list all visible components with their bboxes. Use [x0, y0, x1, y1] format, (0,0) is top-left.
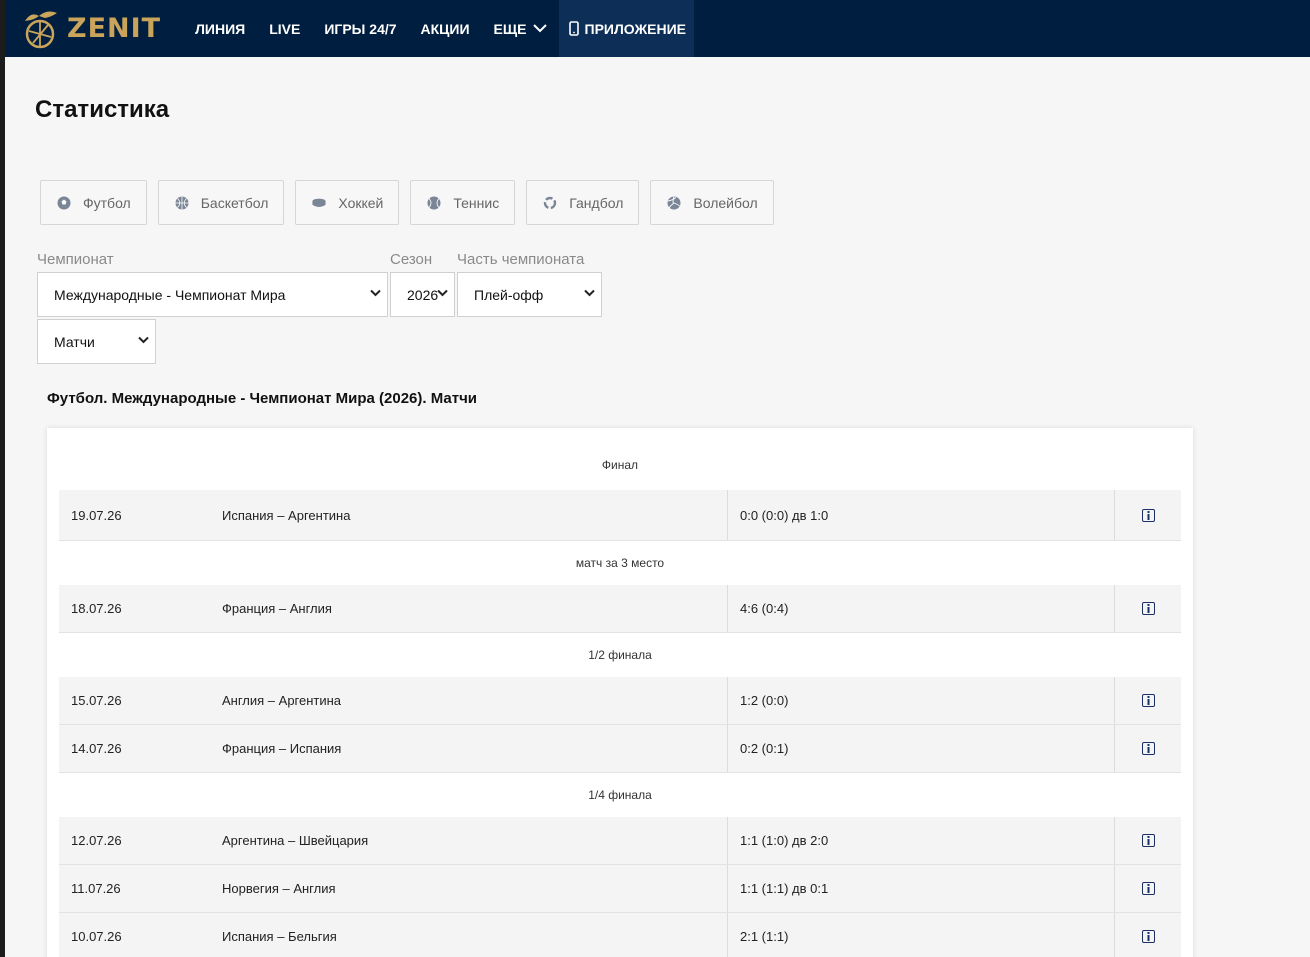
- sport-tab-label: Хоккей: [338, 194, 384, 211]
- group-header: 1/4 финала: [59, 773, 1181, 817]
- championship-select[interactable]: Международные - Чемпионат Мира: [37, 272, 388, 317]
- view-select-value: Матчи: [54, 333, 95, 350]
- nav-item-label: ЛИНИЯ: [195, 20, 246, 37]
- sport-tab-basketball[interactable]: Баскетбол: [157, 180, 285, 225]
- match-teams: Англия – Аргентина: [222, 693, 342, 708]
- chevron-down-icon: [584, 289, 595, 297]
- group-header: 1/2 финала: [59, 633, 1181, 677]
- info-icon[interactable]: [1141, 508, 1155, 522]
- volleyball-icon: [667, 195, 681, 209]
- table-row: 11.07.26 Норвегия – Англия 1:1 (1:1) дв …: [59, 865, 1181, 913]
- nav-item-label: LIVE: [269, 20, 301, 37]
- match-score: 2:1 (1:1): [727, 913, 1115, 957]
- nav-item-app[interactable]: ПРИЛОЖЕНИЕ: [558, 0, 694, 57]
- season-select[interactable]: 2026: [390, 272, 455, 317]
- phone-icon: [568, 21, 579, 36]
- nav-item-label: ПРИЛОЖЕНИЕ: [584, 20, 687, 37]
- match-teams: Испания – Аргентина: [222, 507, 351, 523]
- sport-tab-volleyball[interactable]: Волейбол: [650, 180, 774, 225]
- table-title: Футбол. Международные - Чемпионат Мира (…: [47, 390, 478, 407]
- match-date: 10.07.26: [71, 929, 122, 944]
- nav-item-more[interactable]: ЕЩЕ: [482, 0, 559, 57]
- basketball-icon: [175, 196, 189, 209]
- match-date: 11.07.26: [71, 881, 121, 896]
- top-navbar: ZENIT ЛИНИЯ LIVE ИГРЫ 24/7 АКЦИИ ЕЩЕ ПРИ…: [5, 0, 1310, 57]
- window-edge: [0, 0, 5, 957]
- football-icon: [57, 196, 71, 209]
- sport-tabs: Футбол Баскетбол Хоккей Теннис Гандбол В…: [40, 180, 785, 225]
- match-teams: Аргентина – Швейцария: [222, 833, 369, 848]
- part-select-value: Плей-офф: [474, 286, 544, 303]
- logo[interactable]: ZENIT: [21, 7, 161, 51]
- nav-item-live[interactable]: LIVE: [257, 0, 312, 57]
- table-row: 12.07.26 Аргентина – Швейцария 1:1 (1:0)…: [59, 817, 1181, 865]
- info-icon[interactable]: [1141, 930, 1155, 943]
- tennis-ball-icon: [427, 196, 441, 209]
- match-score: 1:2 (0:0): [727, 677, 1115, 724]
- sport-tab-tennis[interactable]: Теннис: [410, 180, 516, 225]
- nav-item-line[interactable]: ЛИНИЯ: [183, 0, 257, 57]
- match-score: 0:0 (0:0) дв 1:0: [727, 490, 1115, 540]
- nav-item-label: ЕЩЕ: [493, 20, 527, 37]
- logo-text: ZENIT: [67, 13, 162, 44]
- nav-item-label: ИГРЫ 24/7: [324, 20, 397, 37]
- match-date: 19.07.26: [71, 507, 122, 523]
- info-icon[interactable]: [1141, 742, 1155, 755]
- chevron-down-icon: [370, 289, 381, 297]
- championship-select-value: Международные - Чемпионат Мира: [54, 286, 286, 303]
- view-select[interactable]: Матчи: [37, 319, 156, 364]
- match-teams: Испания – Бельгия: [222, 929, 337, 944]
- match-teams: Франция – Англия: [222, 601, 332, 616]
- sport-tab-label: Футбол: [83, 194, 131, 211]
- match-date: 15.07.26: [71, 693, 122, 708]
- table-row: 10.07.26 Испания – Бельгия 2:1 (1:1): [59, 913, 1181, 957]
- sport-tab-label: Теннис: [453, 194, 500, 211]
- match-teams: Франция – Испания: [222, 741, 342, 756]
- group-header: матч за 3 место: [59, 541, 1181, 585]
- nav-item-label: АКЦИИ: [420, 20, 470, 37]
- match-score: 0:2 (0:1): [727, 725, 1115, 772]
- matches-card: Финал 19.07.26 Испания – Аргентина 0:0 (…: [47, 428, 1193, 957]
- table-row: 15.07.26 Англия – Аргентина 1:2 (0:0): [59, 677, 1181, 725]
- info-icon[interactable]: [1141, 694, 1155, 707]
- table-row: 14.07.26 Франция – Испания 0:2 (0:1): [59, 725, 1181, 773]
- match-date: 14.07.26: [71, 741, 122, 756]
- match-score: 1:1 (1:0) дв 2:0: [727, 817, 1115, 864]
- chevron-down-icon: [138, 336, 149, 344]
- zenit-logo-icon: [25, 11, 57, 48]
- sport-tab-label: Гандбол: [569, 194, 624, 211]
- part-select[interactable]: Плей-офф: [457, 272, 602, 317]
- chevron-down-icon: [437, 289, 448, 297]
- match-date: 18.07.26: [71, 601, 122, 616]
- match-score: 4:6 (0:4): [727, 585, 1115, 632]
- season-select-value: 2026: [407, 286, 439, 303]
- sport-tab-label: Волейбол: [693, 194, 758, 211]
- sport-tab-label: Баскетбол: [200, 194, 269, 211]
- sport-tab-football[interactable]: Футбол: [40, 180, 147, 225]
- info-icon[interactable]: [1141, 834, 1155, 847]
- matches-table: Финал 19.07.26 Испания – Аргентина 0:0 (…: [59, 440, 1181, 957]
- handball-icon: [544, 196, 557, 209]
- sport-tab-hockey[interactable]: Хоккей: [295, 180, 400, 225]
- part-label: Часть чемпионата: [457, 251, 585, 268]
- match-teams: Норвегия – Англия: [222, 881, 336, 896]
- nav-item-games[interactable]: ИГРЫ 24/7: [312, 0, 408, 57]
- info-icon[interactable]: [1141, 882, 1155, 895]
- info-icon[interactable]: [1141, 602, 1155, 615]
- chevron-down-icon: [532, 24, 547, 33]
- match-score: 1:1 (1:1) дв 0:1: [727, 865, 1115, 912]
- championship-label: Чемпионат: [37, 251, 114, 268]
- table-row: 18.07.26 Франция – Англия 4:6 (0:4): [59, 585, 1181, 633]
- nav-item-promotions[interactable]: АКЦИИ: [409, 0, 482, 57]
- match-date: 12.07.26: [71, 833, 122, 848]
- puck-icon: [312, 198, 326, 207]
- table-row: 19.07.26 Испания – Аргентина 0:0 (0:0) д…: [59, 490, 1181, 541]
- group-header: Финал: [59, 440, 1181, 490]
- main-nav: ЛИНИЯ LIVE ИГРЫ 24/7 АКЦИИ ЕЩЕ ПРИЛОЖЕНИ…: [183, 0, 694, 57]
- season-label: Сезон: [390, 251, 433, 268]
- sport-tab-handball[interactable]: Гандбол: [526, 180, 640, 225]
- page-title: Статистика: [35, 96, 170, 123]
